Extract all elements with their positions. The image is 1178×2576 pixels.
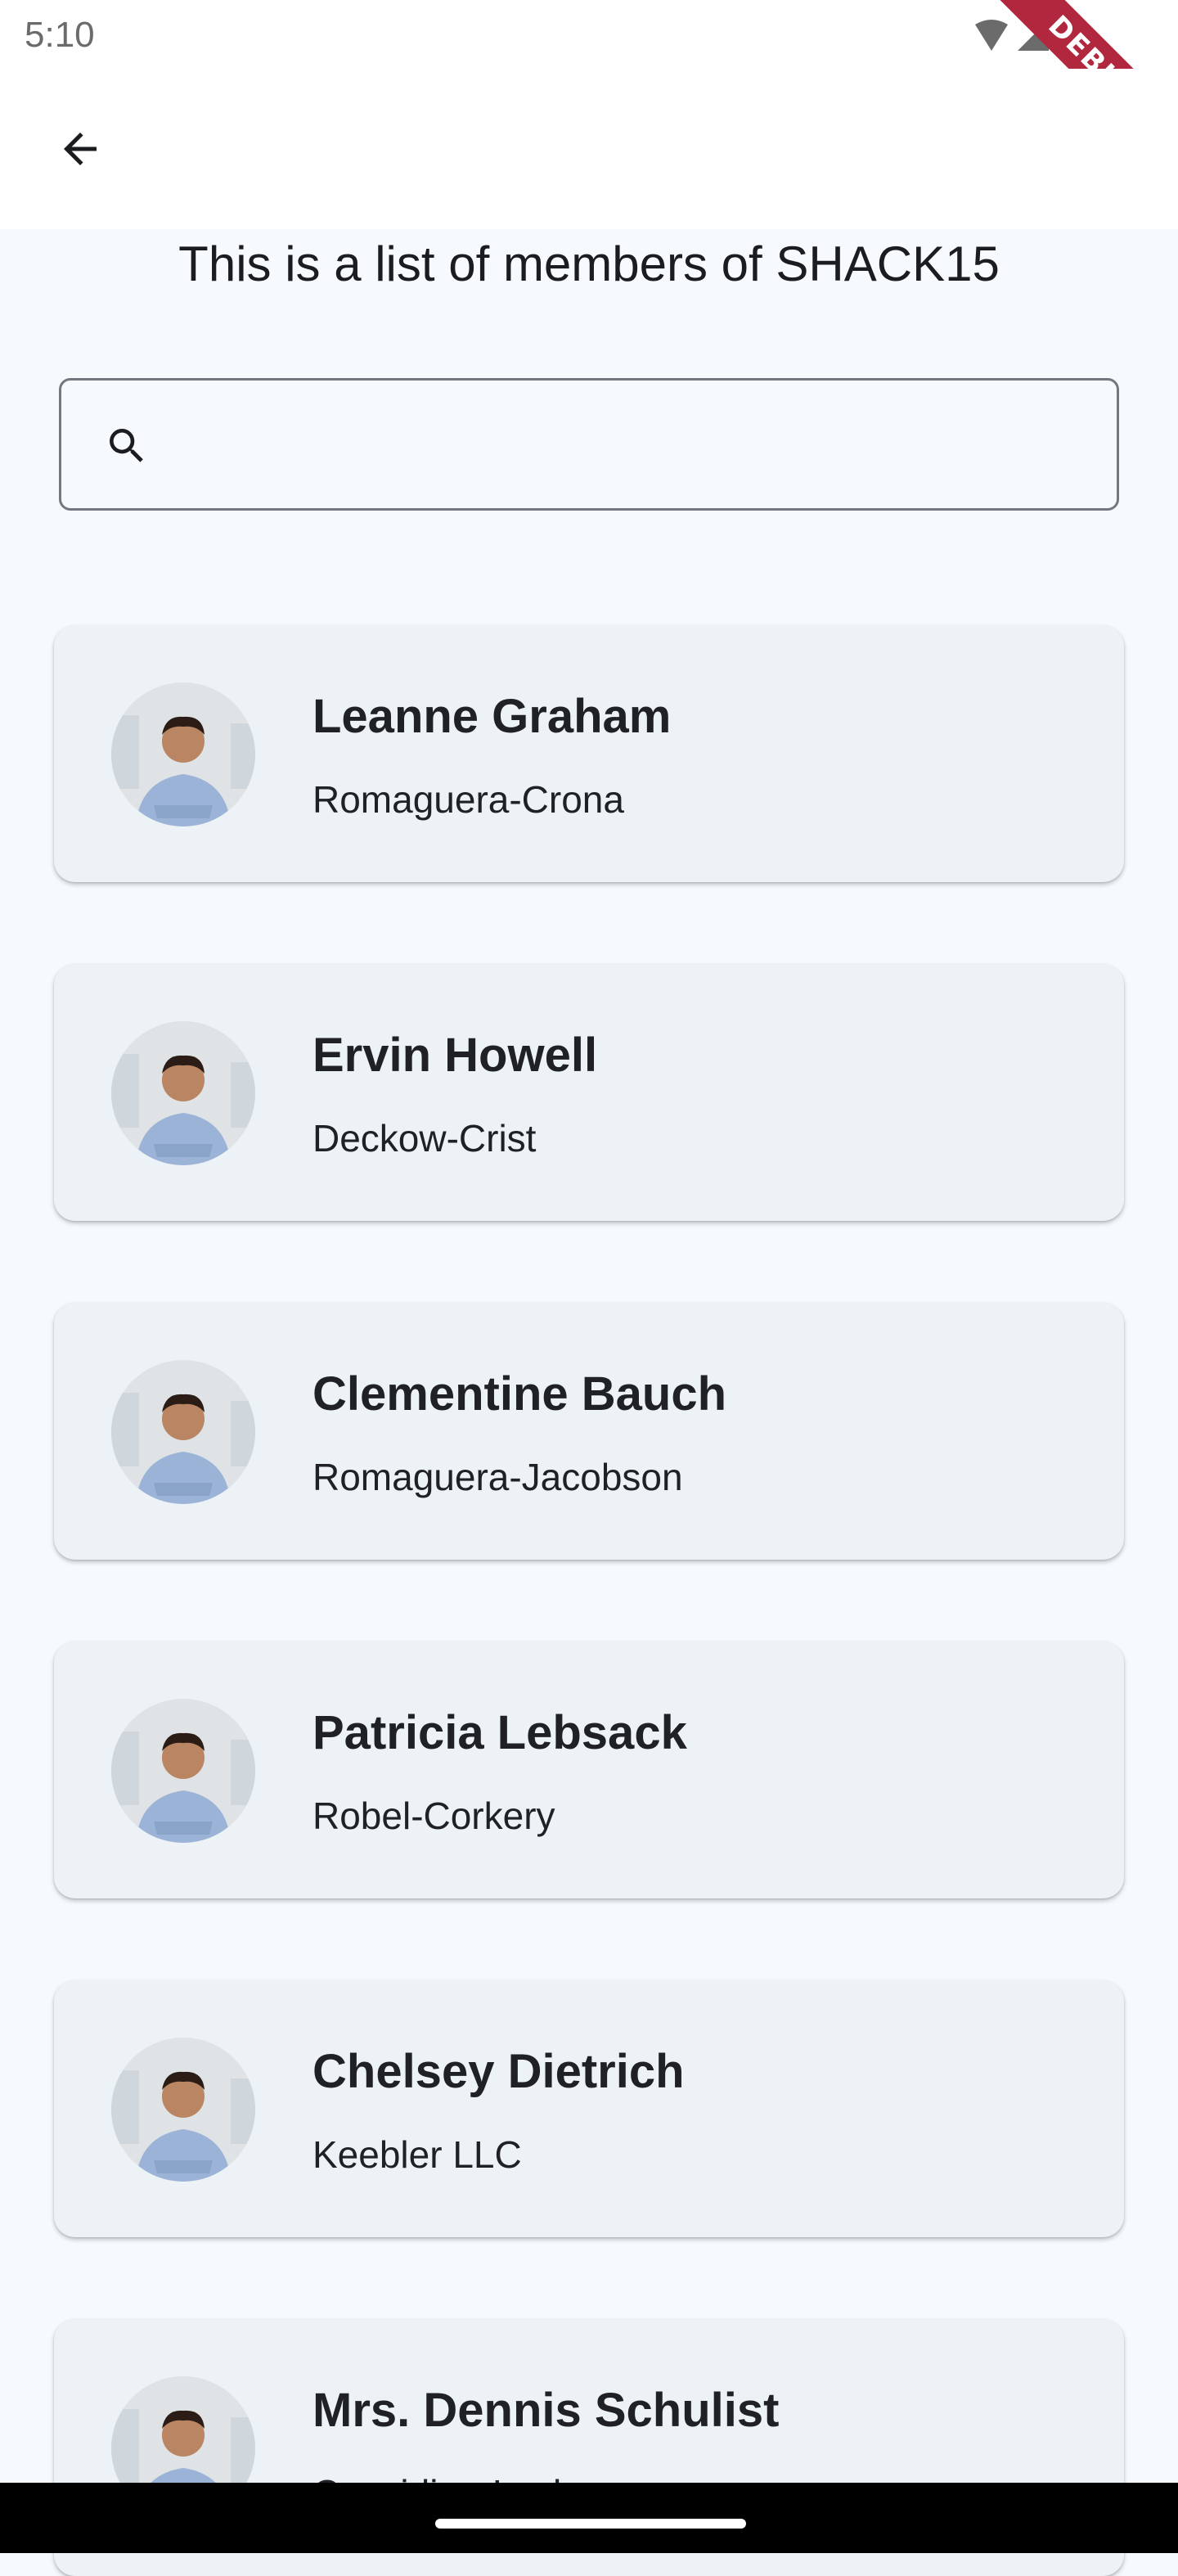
avatar	[111, 2038, 255, 2182]
member-card[interactable]: Chelsey Dietrich Keebler LLC	[54, 1980, 1124, 2237]
avatar	[111, 1360, 255, 1504]
back-button[interactable]	[44, 113, 116, 185]
app-bar	[0, 69, 1178, 229]
page-title: This is a list of members of SHACK15	[178, 236, 1000, 291]
member-company: Keebler LLC	[312, 2133, 522, 2176]
search-field[interactable]	[59, 378, 1119, 511]
member-company: Deckow-Crist	[312, 1117, 537, 1160]
home-indicator[interactable]	[435, 2519, 746, 2529]
member-card[interactable]: Patricia Lebsack Robel-Corkery	[54, 1642, 1124, 1898]
member-name: Patricia Lebsack	[312, 1706, 687, 1759]
member-card[interactable]: Leanne Graham Romaguera-Crona	[54, 625, 1124, 882]
arrow-back-icon	[64, 133, 97, 165]
member-card[interactable]: Clementine Bauch Romaguera-Jacobson	[54, 1303, 1124, 1560]
wifi-icon	[975, 20, 1008, 51]
search-icon	[110, 429, 143, 462]
status-time: 5:10	[25, 15, 95, 55]
member-name: Chelsey Dietrich	[312, 2045, 685, 2098]
status-bar: 5:10	[0, 0, 1178, 69]
member-company: Romaguera-Jacobson	[312, 1456, 683, 1498]
avatar	[111, 1021, 255, 1165]
member-name: Ervin Howell	[312, 1029, 598, 1082]
search-input[interactable]	[176, 405, 1079, 485]
member-name: Mrs. Dennis Schulist	[312, 2384, 780, 2437]
system-navigation-bar	[0, 2483, 1178, 2553]
avatar	[111, 682, 255, 826]
member-company: Romaguera-Crona	[312, 778, 624, 821]
avatar	[111, 1699, 255, 1843]
member-name: Clementine Bauch	[312, 1367, 726, 1421]
member-name: Leanne Graham	[312, 690, 672, 743]
member-card[interactable]: Ervin Howell Deckow-Crist	[54, 964, 1124, 1221]
member-company: Robel-Corkery	[312, 1795, 555, 1837]
